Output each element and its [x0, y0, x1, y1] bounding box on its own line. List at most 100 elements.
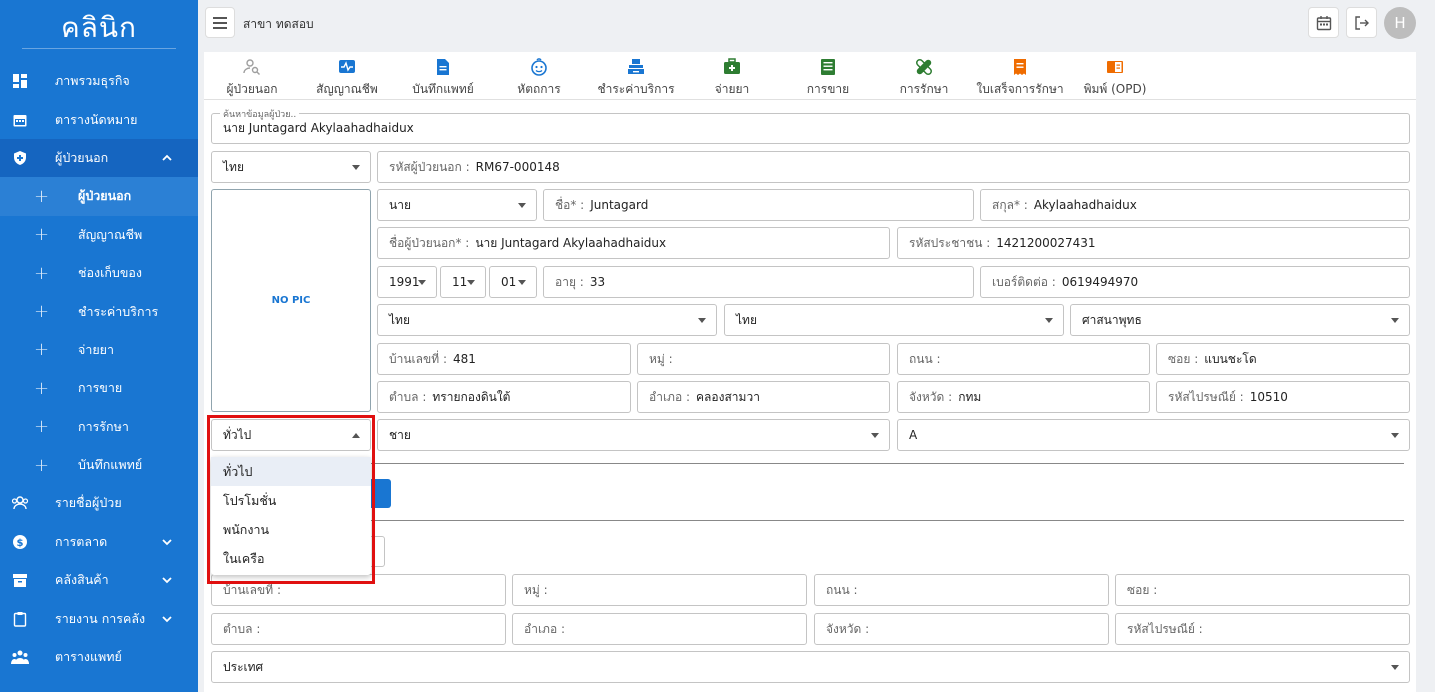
address2-postal-field[interactable]: รหัสไปรษณีย์ : [1115, 613, 1410, 645]
tab-4[interactable]: ชำระค่าบริการ [591, 56, 681, 96]
patient-search-input[interactable]: ค้นหาข้อมูลผู้ป่วย.. นาย Juntagard Akyla… [211, 107, 1410, 144]
dropdown-arrow-icon [418, 280, 426, 285]
tab-9[interactable]: พิมพ์ (OPD) [1070, 56, 1160, 96]
sidebar-item-14[interactable]: รายงาน การคลัง [0, 599, 198, 637]
dropdown-arrow-icon [352, 165, 360, 170]
birth-year-select[interactable]: 1991 [377, 266, 437, 298]
sidebar-item-9[interactable]: + การรักษา [0, 408, 198, 446]
moo-field[interactable]: หมู่ : [637, 343, 890, 375]
nation-select[interactable]: ไทย [724, 304, 1064, 336]
tab-5[interactable]: จ่ายยา [687, 56, 777, 96]
title-select[interactable]: นาย [377, 189, 537, 221]
sidebar-item-2[interactable]: ผู้ป่วยนอก [0, 138, 198, 178]
sidebar-item-10[interactable]: + บันทึกแพทย์ [0, 446, 198, 484]
dropdown-option[interactable]: ในเครือ [211, 544, 371, 573]
sidebar-item-label: การรักษา [78, 418, 129, 434]
gender-value: ชาย [389, 427, 411, 442]
road-field[interactable]: ถนน : [897, 343, 1150, 375]
sheet-icon [818, 58, 838, 78]
nationality-select[interactable]: ไทย [211, 151, 371, 183]
patients-icon [11, 494, 29, 512]
address2-amphoe-field[interactable]: อำเภอ : [512, 613, 807, 645]
calendar-button[interactable] [1308, 7, 1339, 38]
house-no-field[interactable]: บ้านเลขที่ : 481 [377, 343, 631, 375]
soi-field[interactable]: ซอย : แบนชะโด [1156, 343, 1410, 375]
tambon-field[interactable]: ตำบล : ทรายกองดินใต้ [377, 381, 631, 413]
dropdown-arrow-up-icon [352, 433, 360, 438]
tab-0[interactable]: ผู้ป่วยนอก [207, 56, 297, 96]
tab-6[interactable]: การขาย [783, 56, 873, 96]
race-select[interactable]: ไทย [377, 304, 717, 336]
birth-day-select[interactable]: 01 [489, 266, 537, 298]
idcard-field[interactable]: รหัสประชาชน : 1421200027431 [897, 227, 1410, 259]
province-field[interactable]: จังหวัด : กทม [897, 381, 1150, 413]
tab-label: ผู้ป่วยนอก [226, 82, 278, 96]
blood-type-select[interactable]: A [897, 419, 1410, 451]
postal-field[interactable]: รหัสไปรษณีย์ : 10510 [1156, 381, 1410, 413]
tab-2[interactable]: บันทึกแพทย์ [398, 56, 488, 96]
sidebar-item-4[interactable]: + สัญญาณชีพ [0, 216, 198, 254]
dropdown-arrow-icon [1391, 665, 1399, 670]
address2-moo-field[interactable]: หมู่ : [512, 574, 807, 606]
birth-month-value: 11 [452, 275, 468, 289]
phone-field[interactable]: เบอร์ติดต่อ : 0619494970 [980, 266, 1410, 298]
toolbar-tabs: ผู้ป่วยนอก สัญญาณชีพ บันทึกแพทย์ หัตถการ ชำร… [204, 52, 1416, 100]
sidebar-item-label: ตารางแพทย์ [55, 649, 122, 665]
religion-select[interactable]: ศาสนาพุทธ [1070, 304, 1410, 336]
address2-soi-field[interactable]: ซอย : [1115, 574, 1410, 606]
sidebar-item-6[interactable]: + ชำระค่าบริการ [0, 292, 198, 330]
phone-label: เบอร์ติดต่อ : [992, 274, 1056, 289]
avatar[interactable]: H [1384, 7, 1416, 39]
plus-icon: + [34, 377, 50, 399]
sidebar-item-13[interactable]: คลังสินค้า [0, 561, 198, 599]
address2-house-field[interactable]: บ้านเลขที่ : [211, 574, 506, 606]
hn-field[interactable]: รหัสผู้ป่วยนอก : RM67-000148 [377, 151, 1410, 183]
patient-search-label: ค้นหาข้อมูลผู้ป่วย.. [220, 107, 300, 121]
sidebar-item-0[interactable]: ภาพรวมธุรกิจ [0, 62, 198, 100]
patient-type-select[interactable]: ทั่วไป [211, 419, 371, 451]
sidebar-item-12[interactable]: $ การตลาด [0, 523, 198, 561]
address2-province-field[interactable]: จังหวัด : [814, 613, 1109, 645]
logout-button[interactable] [1346, 7, 1377, 38]
country-select[interactable]: ประเทศ [211, 651, 1410, 683]
religion-value: ศาสนาพุทธ [1082, 312, 1142, 327]
tab-3[interactable]: หัตถการ [494, 56, 584, 96]
patient-photo[interactable]: NO PIC [211, 189, 371, 412]
province-label: จังหวัด : [909, 389, 953, 404]
book-icon [1105, 58, 1125, 78]
plus-icon: + [34, 301, 50, 323]
sidebar-item-11[interactable]: รายชื่อผู้ป่วย [0, 484, 198, 522]
gender-select[interactable]: ชาย [377, 419, 890, 451]
amphoe-field[interactable]: อำเภอ : คลองสามวา [637, 381, 890, 413]
sidebar-item-5[interactable]: + ช่องเก็บของ [0, 254, 198, 292]
road-label: ถนน : [909, 351, 941, 366]
age-field[interactable]: อายุ : 33 [543, 266, 974, 298]
address2-road-field[interactable]: ถนน : [814, 574, 1109, 606]
birth-year-value: 1991 [389, 275, 420, 289]
idcard-value: 1421200027431 [996, 236, 1096, 250]
sidebar-item-label: จ่ายยา [78, 341, 115, 357]
address2-tambon-field[interactable]: ตำบล : [211, 613, 506, 645]
dashboard-icon [11, 72, 29, 90]
sidebar-item-8[interactable]: + การขาย [0, 369, 198, 407]
patient-search-icon [242, 58, 262, 78]
tab-1[interactable]: สัญญาณชีพ [302, 56, 392, 96]
birth-month-select[interactable]: 11 [440, 266, 486, 298]
dropdown-option[interactable]: โปรโมชั่น [211, 486, 371, 515]
sidebar-item-7[interactable]: + จ่ายยา [0, 331, 198, 369]
sidebar-item-1[interactable]: ตารางนัดหมาย [0, 100, 198, 138]
dropdown-option[interactable]: พนักงาน [211, 515, 371, 544]
lastname-field[interactable]: สกุล* : Akylaahadhaidux [980, 189, 1410, 221]
dropdown-option[interactable]: ทั่วไป [211, 457, 371, 486]
firstname-field[interactable]: ชื่อ* : Juntagard [543, 189, 974, 221]
sidebar-item-3[interactable]: + ผู้ป่วยนอก [0, 177, 198, 216]
sidebar-item-label: รายงาน การคลัง [55, 610, 146, 626]
tab-7[interactable]: การรักษา [879, 56, 969, 96]
logout-icon [1354, 15, 1369, 30]
dollar-icon: $ [11, 533, 29, 551]
fullname-field[interactable]: ชื่อผู้ป่วยนอก* : นาย Juntagard Akylaahad… [377, 227, 890, 259]
tab-label: การขาย [806, 82, 850, 96]
tab-8[interactable]: ใบเสร็จการรักษา [975, 56, 1065, 96]
sidebar-item-15[interactable]: ตารางแพทย์ [0, 638, 198, 676]
menu-button[interactable] [205, 7, 235, 38]
